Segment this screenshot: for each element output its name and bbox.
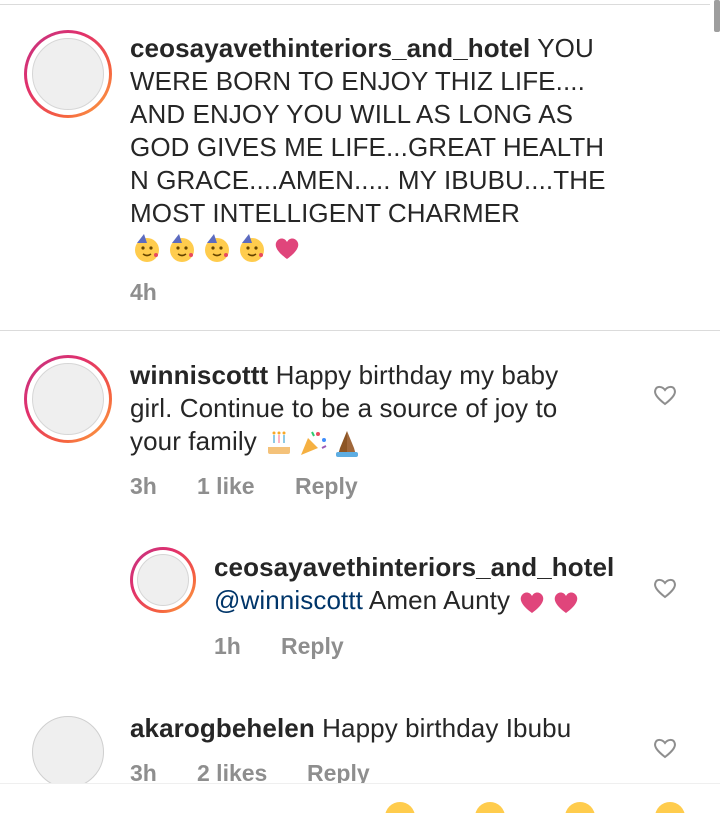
mention-link[interactable]: @winniscottt	[214, 585, 363, 615]
reply-button[interactable]: Reply	[281, 633, 344, 660]
partying-face-emoji	[170, 234, 194, 262]
avatar[interactable]	[24, 30, 112, 118]
comment-text: Happy birthday Ibubu	[314, 713, 572, 743]
heart-outline-icon[interactable]	[652, 382, 678, 408]
comment-body: ceosayavethinteriors_and_hotel YOU WERE …	[130, 32, 610, 230]
comment-line: GOD GIVES ME LIFE...GREAT HEALTH	[130, 132, 605, 162]
partying-face-emoji	[205, 234, 229, 262]
quick-emoji-button[interactable]	[475, 802, 505, 813]
emoji-row	[517, 587, 581, 617]
comment-line: your family	[130, 426, 265, 456]
pink-heart-emoji	[275, 238, 299, 259]
like-count[interactable]: 1 like	[197, 473, 295, 500]
top-divider	[0, 4, 710, 5]
birthday-cake-emoji	[268, 431, 291, 455]
pink-heart-emoji	[555, 592, 578, 614]
reply-body: ceosayavethinteriors_and_hotel @winnisco…	[214, 551, 634, 617]
partying-face-emoji	[135, 234, 159, 262]
comment-body: winniscottt Happy birthday my baby girl.…	[130, 359, 610, 458]
pink-heart-emoji	[521, 592, 544, 614]
comment-line: girl. Continue to be a source of joy to	[130, 393, 558, 423]
comment-line: WERE BORN TO ENJOY THIZ LIFE....	[130, 66, 585, 96]
party-popper-emoji	[301, 431, 327, 456]
avatar[interactable]	[24, 355, 112, 443]
heart-outline-icon[interactable]	[652, 735, 678, 761]
emoji-quick-bar	[0, 783, 720, 813]
divider	[0, 330, 720, 331]
comment-meta: 3h 1 like Reply	[130, 473, 358, 500]
emoji-row	[264, 428, 362, 458]
heart-outline-icon[interactable]	[652, 575, 678, 601]
comment-username[interactable]: ceosayavethinteriors_and_hotel	[214, 552, 614, 582]
reply-button[interactable]: Reply	[295, 473, 358, 500]
comment-timestamp: 3h	[130, 473, 157, 499]
comment-line: N GRACE....AMEN..... MY IBUBU....THE	[130, 165, 606, 195]
avatar[interactable]	[130, 547, 196, 613]
emoji-row	[132, 233, 302, 263]
comment-timestamp: 4h	[130, 279, 157, 305]
comment-username[interactable]: winniscottt	[130, 360, 268, 390]
comment-username[interactable]: ceosayavethinteriors_and_hotel	[130, 33, 530, 63]
comment-line: MOST INTELLIGENT CHARMER	[130, 198, 521, 228]
comment-meta: 1h Reply	[214, 633, 344, 660]
quick-emoji-button[interactable]	[655, 802, 685, 813]
quick-emoji-button[interactable]	[385, 802, 415, 813]
folded-hands-emoji	[336, 431, 359, 458]
comment-line: YOU	[530, 33, 594, 63]
comment-line: Happy birthday my baby	[268, 360, 559, 390]
quick-emoji-button[interactable]	[565, 802, 595, 813]
scrollbar[interactable]	[714, 0, 720, 32]
comment-body: akarogbehelen Happy birthday Ibubu	[130, 712, 610, 745]
comment-timestamp: 1h	[214, 633, 241, 659]
partying-face-emoji	[240, 234, 264, 262]
avatar[interactable]	[32, 716, 104, 788]
comment-meta: 4h	[130, 279, 157, 306]
comment-username[interactable]: akarogbehelen	[130, 713, 315, 743]
reply-text: Amen Aunty	[362, 585, 518, 615]
comment-line: AND ENJOY YOU WILL AS LONG AS	[130, 99, 574, 129]
